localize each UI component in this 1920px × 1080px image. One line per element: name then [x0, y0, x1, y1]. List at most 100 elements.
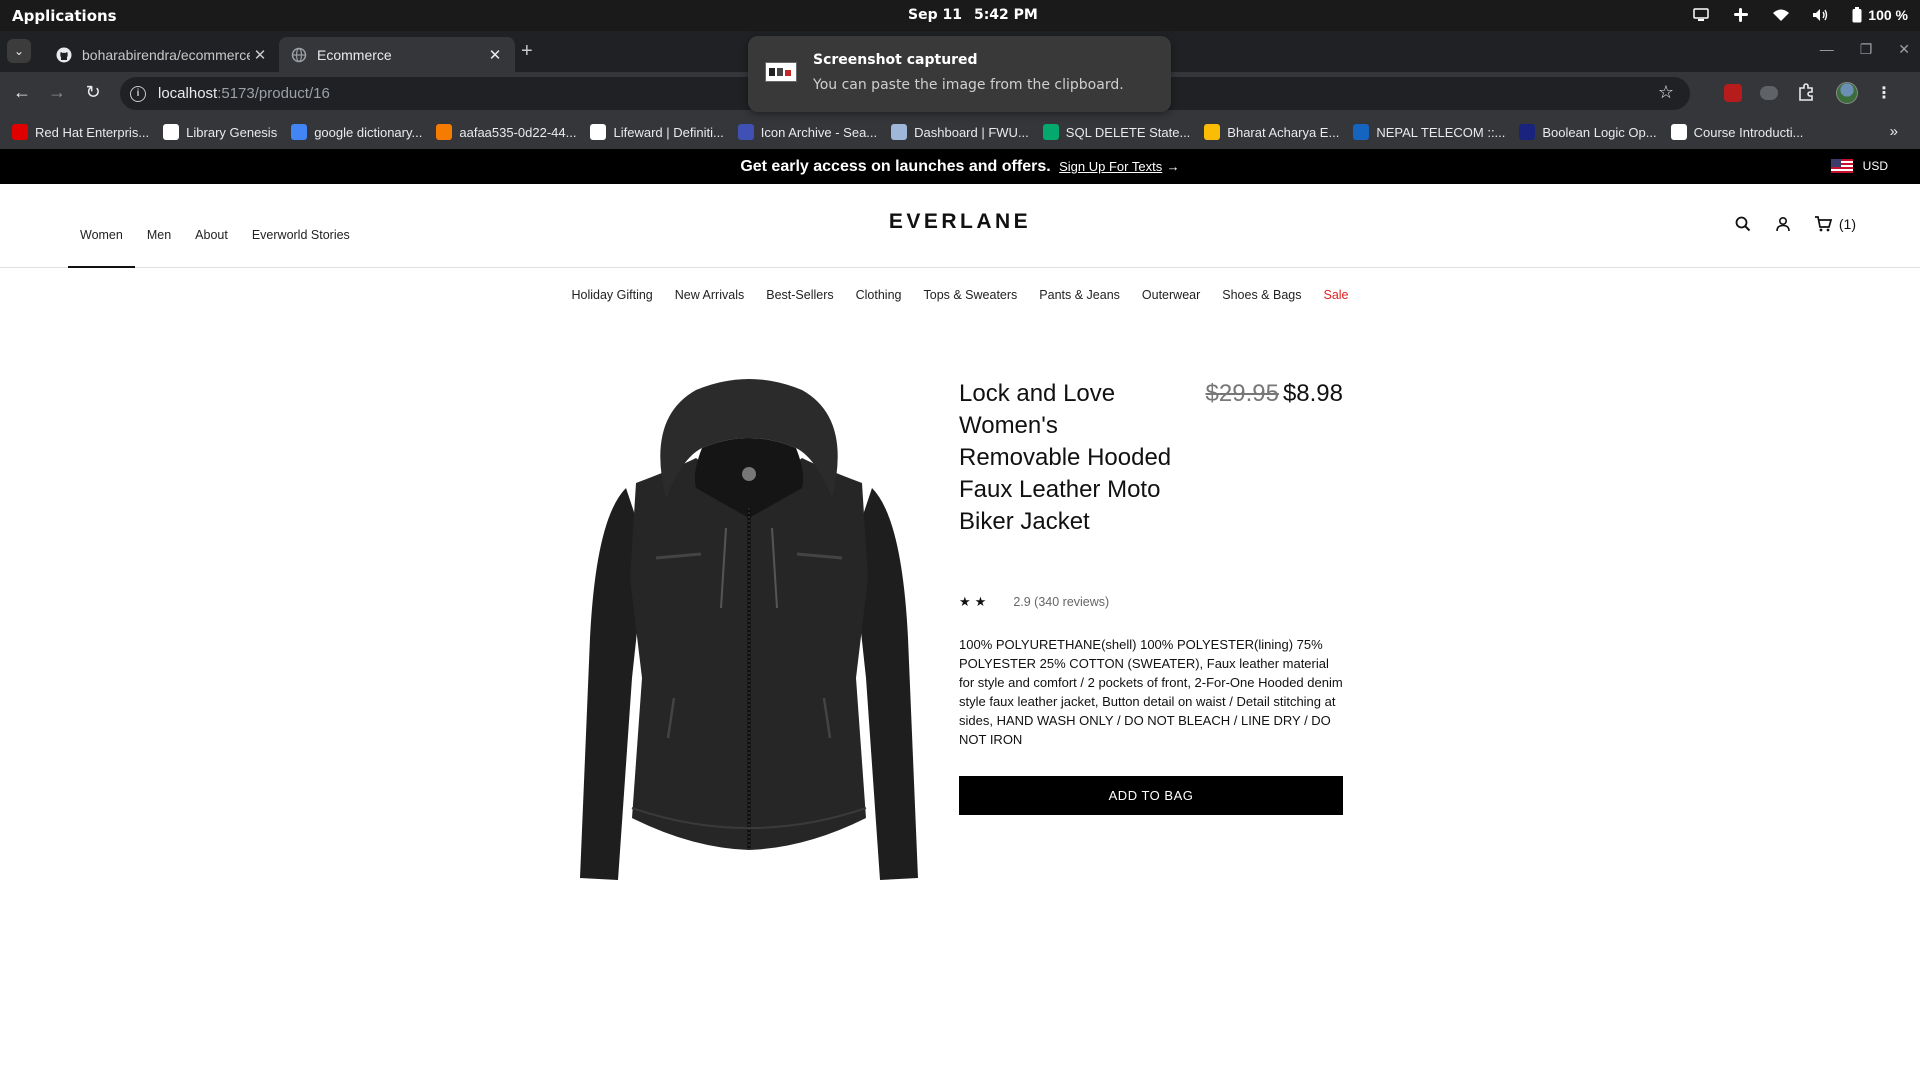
- bookmarks-bar: Red Hat Enterpris... Library Genesis googl…: [0, 115, 1920, 149]
- bookmark-favicon-icon: [891, 124, 908, 140]
- window-controls: — ❐ ✕: [1820, 41, 1910, 58]
- clock-date: Sep 11: [908, 7, 962, 23]
- profile-avatar[interactable]: [1836, 82, 1858, 104]
- category-link[interactable]: Pants & Jeans: [1039, 288, 1120, 302]
- bookmark-item[interactable]: SQL DELETE State...: [1042, 124, 1191, 140]
- sale-price: $8.98: [1282, 380, 1343, 407]
- promo-banner: Get early access on launches and offers.…: [0, 149, 1920, 184]
- tab-title: boharabirendra/ecommerce: [82, 46, 250, 63]
- bookmark-favicon-icon: [1353, 124, 1370, 140]
- bookmark-item[interactable]: NEPAL TELECOM ::...: [1353, 124, 1505, 140]
- header-actions: (1): [1734, 215, 1856, 233]
- bookmark-label: Lifeward | Definiti...: [613, 124, 724, 140]
- display-icon[interactable]: [1692, 6, 1710, 24]
- category-link[interactable]: Clothing: [856, 288, 902, 302]
- price-block: $29.95 $8.98: [1206, 378, 1343, 410]
- ublock-icon[interactable]: [1724, 84, 1742, 102]
- bookmark-favicon-icon: [1519, 124, 1536, 140]
- tab-search-button[interactable]: ⌄: [7, 39, 31, 63]
- category-link[interactable]: Sale: [1323, 288, 1348, 302]
- bookmark-favicon-icon: [1042, 124, 1059, 140]
- add-to-bag-button[interactable]: ADD TO BAG: [959, 776, 1343, 815]
- battery-indicator[interactable]: 100 %: [1852, 7, 1908, 23]
- url-host: localhost: [158, 85, 218, 102]
- bookmark-label: SQL DELETE State...: [1065, 124, 1191, 140]
- bookmark-item[interactable]: google dictionary...: [291, 124, 422, 140]
- bookmark-favicon-icon: [436, 124, 453, 140]
- forward-icon[interactable]: →: [46, 82, 68, 103]
- chevron-down-icon: ⌄: [13, 44, 25, 58]
- back-icon[interactable]: ←: [11, 82, 33, 103]
- currency-selector[interactable]: USD: [1830, 159, 1888, 173]
- bookmark-item[interactable]: Boolean Logic Op...: [1519, 124, 1657, 140]
- category-link[interactable]: Best-Sellers: [766, 288, 833, 302]
- battery-icon: [1852, 7, 1862, 23]
- menu-kebab-icon[interactable]: ⋮: [1876, 83, 1892, 103]
- product-description: 100% POLYURETHANE(shell) 100% POLYESTER(…: [959, 637, 1343, 747]
- account-icon[interactable]: [1774, 215, 1792, 233]
- close-icon[interactable]: ✕: [485, 46, 505, 64]
- arrow-right-icon: →: [1166, 159, 1180, 174]
- bookmark-item[interactable]: Course Introducti...: [1670, 124, 1804, 140]
- bookmark-star-icon[interactable]: ☆: [1658, 82, 1674, 103]
- bookmark-item[interactable]: Library Genesis: [163, 124, 277, 140]
- extension-icon[interactable]: [1760, 86, 1778, 100]
- product-image: [576, 378, 922, 880]
- tab-github[interactable]: boharabirendra/ecommerce ✕: [44, 37, 280, 72]
- restore-icon[interactable]: ❐: [1860, 41, 1873, 58]
- bookmark-label: google dictionary...: [314, 124, 423, 140]
- product-title: Lock and Love Women's Removable Hooded F…: [959, 380, 1172, 535]
- close-icon[interactable]: ✕: [250, 46, 270, 64]
- volume-icon[interactable]: [1812, 6, 1830, 24]
- category-link[interactable]: New Arrivals: [675, 288, 744, 302]
- puzzle-icon[interactable]: [1796, 82, 1818, 104]
- reload-icon[interactable]: ↻: [82, 82, 104, 103]
- bookmark-favicon-icon: [163, 124, 180, 140]
- original-price: $29.95: [1205, 380, 1279, 407]
- category-link[interactable]: Outerwear: [1142, 288, 1200, 302]
- bookmark-item[interactable]: Red Hat Enterpris...: [12, 124, 149, 140]
- category-link[interactable]: Holiday Gifting: [571, 288, 652, 302]
- bookmark-label: Icon Archive - Sea...: [760, 124, 878, 140]
- bookmark-label: Red Hat Enterpris...: [35, 124, 150, 140]
- signup-texts-link[interactable]: Sign Up For Texts: [1059, 159, 1162, 174]
- rating-text[interactable]: 2.9 (340 reviews): [1013, 595, 1109, 609]
- bookmark-label: Dashboard | FWU...: [914, 124, 1029, 140]
- bookmark-item[interactable]: Bharat Acharya E...: [1204, 124, 1339, 140]
- bookmarks-overflow-icon[interactable]: »: [1890, 123, 1898, 140]
- minimize-icon[interactable]: —: [1820, 41, 1834, 58]
- category-link[interactable]: Shoes & Bags: [1222, 288, 1301, 302]
- us-flag-icon: [1830, 159, 1853, 173]
- new-tab-button[interactable]: +: [521, 40, 533, 63]
- cart-button[interactable]: (1): [1814, 216, 1856, 232]
- cart-count: (1): [1838, 216, 1856, 232]
- currency-label: USD: [1862, 159, 1888, 173]
- site-header: Women Men About Everworld Stories EVERLA…: [0, 184, 1920, 268]
- battery-percent: 100 %: [1868, 7, 1908, 23]
- wifi-icon[interactable]: [1772, 6, 1790, 24]
- close-window-icon[interactable]: ✕: [1898, 41, 1910, 58]
- toast-title: Screenshot captured: [813, 52, 978, 68]
- clock[interactable]: Sep 11 5:42 PM: [908, 7, 1038, 23]
- applications-menu[interactable]: Applications: [12, 7, 117, 25]
- bookmark-favicon-icon: [12, 124, 28, 140]
- system-tray[interactable]: 100 %: [1692, 6, 1908, 24]
- site-info-icon[interactable]: i: [130, 85, 146, 102]
- bookmark-item[interactable]: Lifeward | Definiti...: [590, 124, 724, 140]
- screenshot-thumbnail: [765, 62, 797, 82]
- site-logo[interactable]: EVERLANE: [0, 210, 1920, 234]
- bookmark-item[interactable]: aafaa535-0d22-44...: [436, 124, 576, 140]
- promo-message: Get early access on launches and offers.…: [0, 158, 1920, 176]
- bookmark-item[interactable]: Icon Archive - Sea...: [737, 124, 878, 140]
- toast-message: You can paste the image from the clipboa…: [813, 77, 1124, 93]
- screenshot-toast[interactable]: Screenshot captured You can paste the im…: [748, 36, 1171, 112]
- bookmark-favicon-icon: [737, 124, 754, 140]
- bookmark-item[interactable]: Dashboard | FWU...: [891, 124, 1029, 140]
- star-rating-icon: ★★: [959, 594, 991, 609]
- tab-ecommerce[interactable]: Ecommerce ✕: [279, 37, 515, 72]
- bookmark-label: Course Introducti...: [1693, 124, 1804, 140]
- bookmark-label: aafaa535-0d22-44...: [459, 124, 577, 140]
- search-icon[interactable]: [1734, 215, 1752, 233]
- category-link[interactable]: Tops & Sweaters: [924, 288, 1018, 302]
- slack-icon[interactable]: [1732, 6, 1750, 24]
